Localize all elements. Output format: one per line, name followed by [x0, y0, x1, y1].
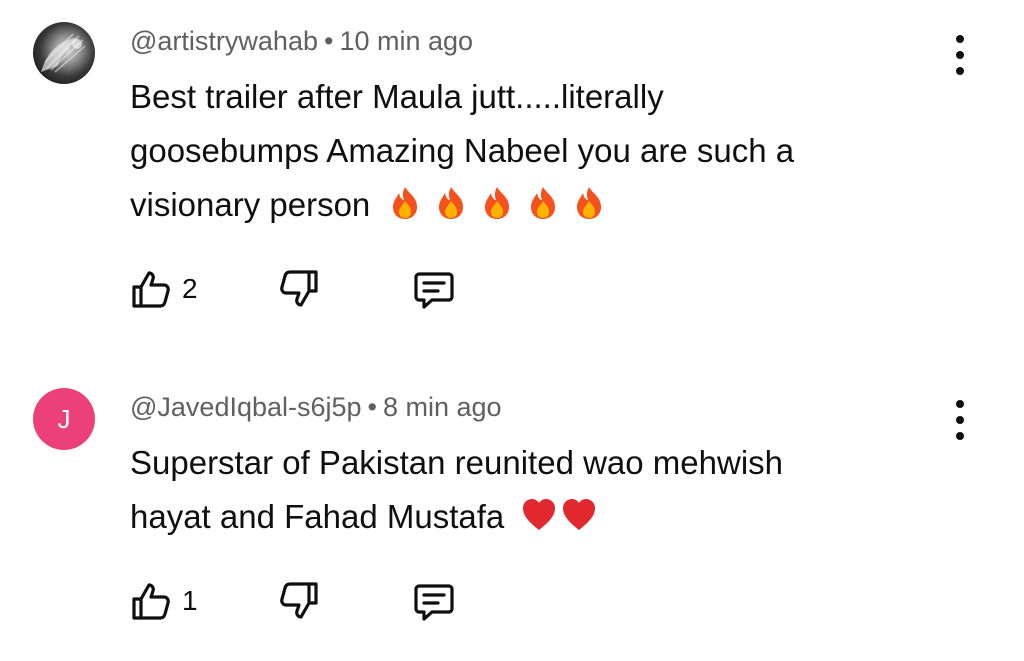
reply-comment-icon [414, 584, 454, 621]
comment-header: @artistrywahab • 10 min ago [130, 26, 473, 57]
comment-line-last: hayat and Fahad Mustafa [130, 490, 910, 544]
thumb-down-icon [280, 582, 318, 619]
author-name[interactable]: @JavedIqbal-s6j5p [130, 392, 362, 422]
dislike-button[interactable] [278, 580, 320, 627]
fire-emoji [571, 185, 607, 221]
timestamp: 10 min ago [339, 26, 474, 56]
comment-line: Best trailer after Maula jutt.....litera… [130, 78, 664, 115]
timestamp: 8 min ago [383, 392, 502, 422]
fire-emoji [433, 185, 469, 221]
comment-line: goosebumps Amazing Nabeel you are such a [130, 132, 795, 169]
comment-text: Superstar of Pakistan reunited wao mehwi… [130, 436, 910, 544]
thumb-down-icon [280, 270, 318, 307]
like-count: 1 [182, 585, 198, 616]
avatar[interactable] [33, 22, 95, 84]
avatar[interactable]: J [33, 388, 95, 450]
author-name[interactable]: @artistrywahab [130, 26, 318, 56]
fire-emoji [479, 185, 515, 221]
comment-menu-button[interactable] [946, 33, 976, 77]
fire-emoji [525, 185, 561, 221]
comment-header: @JavedIqbal-s6j5p • 8 min ago [130, 392, 502, 423]
separator: • [323, 26, 334, 56]
comment-line: Superstar of Pakistan reunited wao mehwi… [130, 444, 784, 481]
thumb-up-icon [132, 583, 170, 620]
thumb-up-icon [132, 271, 170, 308]
comment-actions: 1 [130, 580, 490, 624]
like-button[interactable] [130, 268, 172, 315]
like-count: 2 [182, 273, 198, 304]
comment-line-last: visionary person [130, 178, 910, 232]
comment-actions: 2 [130, 268, 490, 312]
comment-menu-button[interactable] [946, 398, 976, 442]
more-vertical-icon [956, 400, 964, 408]
more-vertical-icon [956, 35, 964, 43]
red-heart-emoji [561, 497, 597, 533]
comment-2: J @JavedIqbal-s6j5p • 8 min ago Superstar … [0, 330, 1024, 661]
like-button[interactable] [130, 580, 172, 627]
reply-comment-icon [414, 272, 454, 309]
fire-emoji [387, 185, 423, 221]
comment-text: Best trailer after Maula jutt.....litera… [130, 70, 910, 232]
dislike-button[interactable] [278, 268, 320, 315]
reply-button[interactable] [412, 268, 456, 317]
red-heart-emoji [521, 497, 557, 533]
separator: • [367, 392, 377, 422]
comment-1: @artistrywahab • 10 min ago Best trailer a… [0, 0, 1024, 330]
reply-button[interactable] [412, 580, 456, 629]
